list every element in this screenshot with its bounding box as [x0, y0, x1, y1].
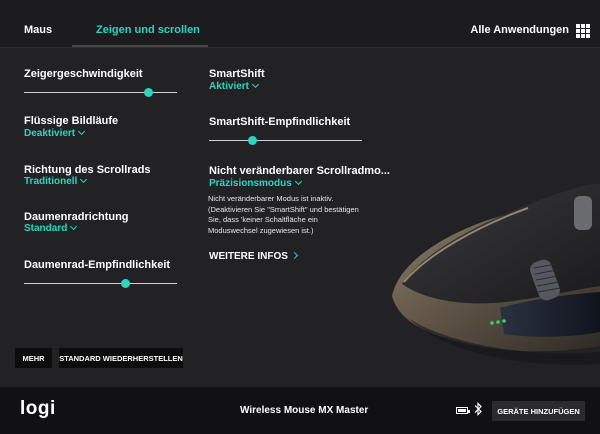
- app-window: Maus Zeigen und scrollen Alle Anwendunge…: [0, 0, 600, 434]
- smartshift-sensitivity-label: SmartShift-Empfindlichkeit: [209, 116, 351, 128]
- restore-defaults-button[interactable]: STANDARD WIEDERHERSTELLEN: [59, 348, 183, 368]
- fixed-scroll-mode-label: Nicht veränderbarer Scrollradmo...: [209, 165, 390, 177]
- active-tab-indicator: [72, 45, 208, 47]
- all-apps-label[interactable]: Alle Anwendungen: [470, 24, 569, 36]
- more-info-label: WEITERE INFOS: [209, 251, 288, 262]
- scroll-direction-dropdown[interactable]: Traditionell: [24, 175, 88, 187]
- slider-knob[interactable]: [247, 136, 257, 145]
- pointer-speed-label: Zeigergeschwindigkeit: [24, 68, 143, 80]
- smartshift-dropdown[interactable]: Aktiviert: [209, 80, 260, 92]
- smartshift-sensitivity-slider[interactable]: [209, 136, 362, 146]
- smartshift-value: Aktiviert: [209, 81, 250, 92]
- slider-knob[interactable]: [143, 88, 153, 97]
- bluetooth-icon: [474, 402, 482, 416]
- chevron-down-icon: [80, 175, 88, 184]
- chevron-down-icon: [70, 222, 78, 231]
- chevron-down-icon: [251, 80, 260, 89]
- thumbwheel-sensitivity-label: Daumenrad-Empfindlichkeit: [24, 259, 171, 271]
- battery-icon: [456, 407, 470, 414]
- footer-bar: logi Wireless Mouse MX Master GERÄTE HIN…: [0, 387, 600, 434]
- fixed-scroll-mode-note: Nicht veränderbarer Modus ist inaktiv. (…: [208, 194, 413, 236]
- note-line: Moduswechsel zugewiesen ist.): [208, 225, 314, 235]
- note-line: Sie, dass 'keiner Schaltfläche ein: [208, 215, 318, 224]
- thumbwheel-direction-dropdown[interactable]: Standard: [24, 222, 78, 234]
- tab-zeigen-und-scrollen[interactable]: Zeigen und scrollen: [96, 24, 200, 36]
- chevron-down-icon: [294, 177, 302, 186]
- note-line: Nicht veränderbarer Modus ist inaktiv.: [208, 194, 334, 203]
- thumbwheel-direction-label: Daumenradrichtung: [24, 211, 129, 223]
- slider-track: [24, 92, 177, 93]
- mouse-illustration: [392, 183, 600, 365]
- thumbwheel-direction-value: Standard: [24, 223, 68, 234]
- settings-panel: Zeigergeschwindigkeit Flüssige Bildläufe…: [0, 48, 600, 387]
- chevron-down-icon: [78, 127, 86, 136]
- scroll-direction-value: Traditionell: [24, 176, 78, 187]
- note-line: (Deaktivieren Sie "SmartShift" und bestä…: [208, 204, 359, 214]
- tab-maus[interactable]: Maus: [24, 24, 52, 36]
- chevron-right-icon: [290, 251, 298, 260]
- top-bar: Maus Zeigen und scrollen Alle Anwendunge…: [0, 0, 600, 48]
- slider-track: [24, 283, 177, 284]
- more-info-link[interactable]: WEITERE INFOS: [209, 251, 298, 262]
- smooth-scrolling-value: Deaktiviert: [24, 128, 76, 139]
- pointer-speed-slider[interactable]: [24, 88, 177, 98]
- smooth-scrolling-label: Flüssige Bildläufe: [24, 115, 119, 127]
- slider-track: [209, 140, 362, 141]
- add-devices-button[interactable]: GERÄTE HINZUFÜGEN: [492, 401, 585, 421]
- grid-icon[interactable]: [576, 24, 590, 38]
- smooth-scrolling-dropdown[interactable]: Deaktiviert: [24, 127, 86, 139]
- logi-logo: logi: [20, 398, 56, 419]
- scroll-direction-label: Richtung des Scrollrads: [24, 164, 151, 176]
- more-button[interactable]: MEHR: [15, 348, 52, 368]
- slider-knob[interactable]: [120, 279, 130, 288]
- fixed-scroll-mode-dropdown[interactable]: Präzisionsmodus: [209, 177, 302, 189]
- fixed-scroll-mode-value: Präzisionsmodus: [209, 178, 292, 189]
- device-name: Wireless Mouse MX Master: [240, 405, 369, 416]
- smartshift-label: SmartShift: [209, 68, 265, 80]
- thumbwheel-sensitivity-slider[interactable]: [24, 279, 177, 289]
